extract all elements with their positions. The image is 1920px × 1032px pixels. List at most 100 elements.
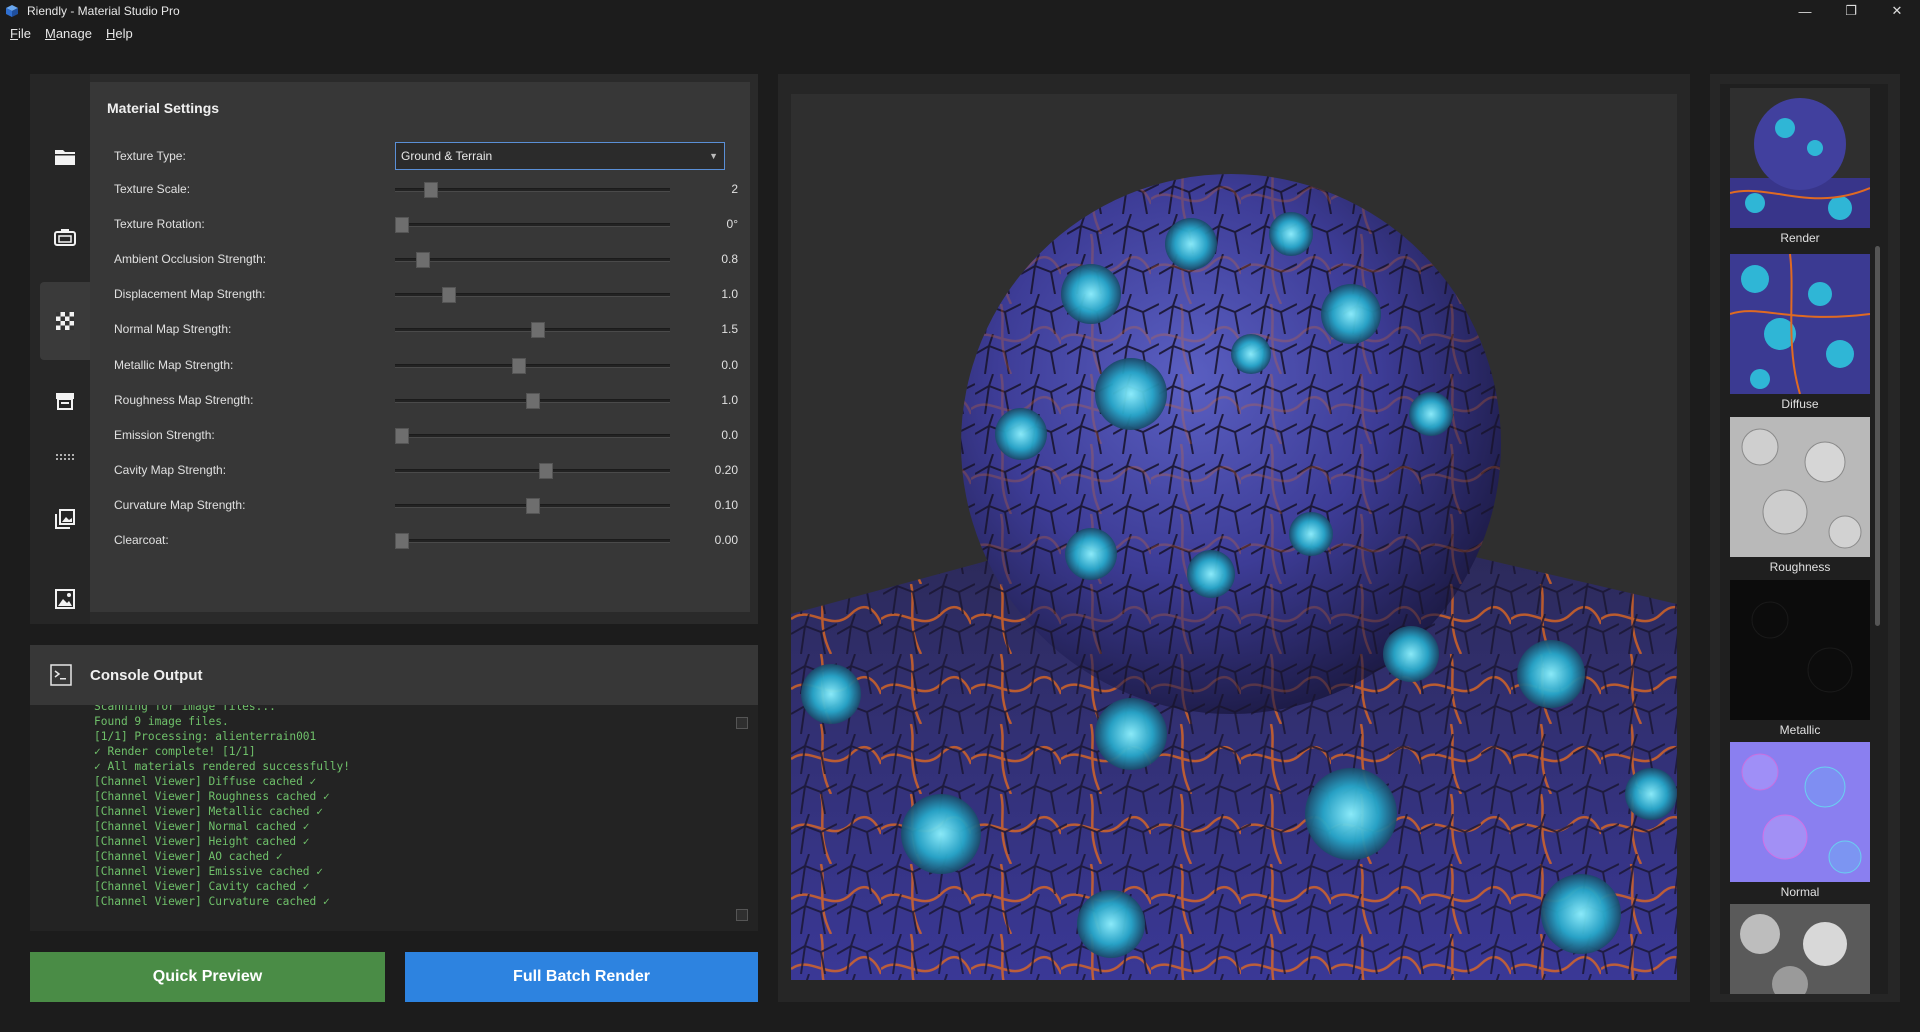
slider-label: Displacement Map Strength: <box>114 287 266 302</box>
close-button[interactable]: ✕ <box>1874 0 1920 22</box>
slider-value: 0.20 <box>714 462 738 477</box>
slider-thumb[interactable] <box>395 533 409 549</box>
menu-file-accel: F <box>10 25 18 41</box>
channel-scrollbar[interactable] <box>1875 246 1880 626</box>
slider-track[interactable] <box>395 392 670 409</box>
dots-grid-icon <box>56 454 74 460</box>
texture-type-select[interactable]: Ground & Terrain ▼ <box>395 142 725 170</box>
image-stack-icon <box>55 509 75 529</box>
channel-height[interactable] <box>1730 904 1870 994</box>
menu-bar: File Manage Help <box>0 22 1920 44</box>
slider-thumb[interactable] <box>395 217 409 234</box>
console-title: Console Output <box>90 666 203 684</box>
slider-thumb[interactable] <box>538 462 553 479</box>
slider-track[interactable] <box>395 427 670 444</box>
slider-thumb[interactable] <box>525 392 540 409</box>
console-lines: Scanning for image files... Found 9 image… <box>94 705 350 909</box>
slider-label: Cavity Map Strength: <box>114 462 227 477</box>
channel-roughness[interactable]: Roughness <box>1730 417 1870 574</box>
slider-track[interactable] <box>395 497 670 514</box>
channel-label: Render <box>1780 231 1820 245</box>
console-header: Console Output <box>30 645 758 705</box>
console-line: [Channel Viewer] Cavity cached ✓ <box>94 880 310 893</box>
slider-track[interactable] <box>395 217 670 234</box>
console-output[interactable]: Scanning for image files... Found 9 image… <box>30 705 758 931</box>
texture-type-value: Ground & Terrain <box>401 149 493 163</box>
image-icon <box>55 589 75 609</box>
printer-icon <box>56 393 74 410</box>
channel-viewer: Render Diffuse Roughness Metallic Normal <box>1710 74 1900 1002</box>
render-viewport[interactable] <box>791 94 1677 980</box>
open-folder-button[interactable] <box>40 118 90 196</box>
slider-value: 1.0 <box>721 287 738 302</box>
full-batch-render-button[interactable]: Full Batch Render <box>405 952 758 1002</box>
channel-label: Metallic <box>1779 723 1821 737</box>
settings-panel: Material Settings Texture Type: Ground &… <box>30 74 758 624</box>
quick-preview-button[interactable]: Quick Preview <box>30 952 385 1002</box>
minimize-button[interactable]: — <box>1782 0 1828 22</box>
menu-help[interactable]: Help <box>106 26 133 41</box>
channel-thumbnail <box>1730 88 1870 228</box>
camera-icon <box>54 229 76 246</box>
slider-track[interactable] <box>395 533 670 549</box>
slider-label: Ambient Occlusion Strength: <box>114 252 267 267</box>
maximize-button[interactable]: ❐ <box>1828 0 1874 22</box>
window-controls: — ❐ ✕ <box>1782 0 1920 22</box>
slider-thumb[interactable] <box>423 182 438 198</box>
menu-manage[interactable]: Manage <box>45 26 92 41</box>
slider-thumb[interactable] <box>525 497 540 514</box>
material-settings-button[interactable] <box>40 282 90 360</box>
channel-render[interactable]: Render <box>1730 88 1870 245</box>
slider-value: 0.00 <box>714 533 738 547</box>
channel-list[interactable]: Render Diffuse Roughness Metallic Normal <box>1720 84 1888 994</box>
menu-manage-label: anage <box>55 25 92 41</box>
window-title: Riendly - Material Studio Pro <box>27 4 180 18</box>
slider-value: 0.10 <box>714 497 738 512</box>
console-line: [1/1] Processing: alienterrain001 <box>94 730 317 743</box>
slider-label: Metallic Map Strength: <box>114 357 234 372</box>
menu-manage-accel: M <box>44 25 56 41</box>
slider-track[interactable] <box>395 357 670 374</box>
menu-help-label: elp <box>115 25 133 41</box>
slider-thumb[interactable] <box>395 427 409 444</box>
channel-thumbnail <box>1730 417 1870 557</box>
menu-file-label: ile <box>17 25 31 41</box>
channel-diffuse[interactable]: Diffuse <box>1730 254 1870 411</box>
viewport-frame <box>778 74 1690 1002</box>
slider-thumb[interactable] <box>512 357 527 374</box>
texture-type-label: Texture Type: <box>114 149 186 163</box>
scroll-down-button[interactable] <box>736 909 748 921</box>
slider-track[interactable] <box>395 252 670 269</box>
scroll-up-button[interactable] <box>736 717 748 729</box>
slider-track[interactable] <box>395 322 670 339</box>
channel-label: Roughness <box>1769 560 1831 574</box>
channel-label: Diffuse <box>1781 397 1819 411</box>
channel-thumbnail <box>1730 742 1870 882</box>
slider-track[interactable] <box>395 182 670 198</box>
settings-title: Material Settings <box>107 100 220 116</box>
channel-normal[interactable]: Normal <box>1730 742 1870 899</box>
chevron-down-icon: ▼ <box>709 151 718 161</box>
render-preview-image <box>791 94 1677 980</box>
slider-value: 1.5 <box>721 322 738 337</box>
image-button[interactable] <box>40 560 90 638</box>
camera-button[interactable] <box>40 198 90 276</box>
slider-thumb[interactable] <box>441 287 456 304</box>
console-line: [Channel Viewer] Curvature cached ✓ <box>94 895 330 908</box>
gallery-button[interactable] <box>40 480 90 558</box>
slider-thumb[interactable] <box>415 252 430 269</box>
menu-file[interactable]: File <box>10 26 31 41</box>
channel-thumbnail <box>1730 254 1870 394</box>
console-line: Found 9 image files. <box>94 715 229 728</box>
material-settings: Material Settings Texture Type: Ground &… <box>90 82 750 612</box>
console-line: [Channel Viewer] Height cached ✓ <box>94 835 310 848</box>
channel-metallic[interactable]: Metallic <box>1730 580 1870 737</box>
slider-label: Clearcoat: <box>114 533 169 547</box>
slider-track[interactable] <box>395 462 670 479</box>
slider-track[interactable] <box>395 287 670 304</box>
channel-thumbnail <box>1730 904 1870 994</box>
slider-value: 0.0 <box>721 357 738 372</box>
slider-label: Curvature Map Strength: <box>114 497 246 512</box>
slider-thumb[interactable] <box>530 322 545 339</box>
menu-help-accel: H <box>105 25 116 41</box>
